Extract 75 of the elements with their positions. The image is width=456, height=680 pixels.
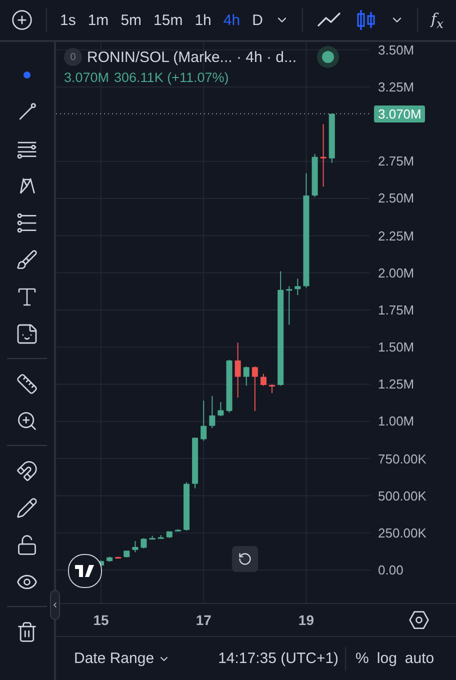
- price-label: 2.00M: [378, 265, 414, 280]
- interval-button[interactable]: 4h: [218, 8, 246, 32]
- price-label: 2.75M: [378, 154, 414, 169]
- candle: [252, 366, 258, 412]
- candle: [166, 530, 172, 539]
- candle: [234, 342, 241, 398]
- candle: [124, 550, 130, 558]
- candle: [140, 538, 147, 549]
- price-label: 0.00: [378, 562, 404, 578]
- symbol-title[interactable]: RONIN/SOL (Marke... · 4h · d...: [87, 48, 296, 66]
- candle: [209, 396, 216, 429]
- collapse-handle[interactable]: [50, 590, 60, 620]
- candle: [106, 556, 113, 562]
- settings-icon[interactable]: [408, 609, 430, 631]
- price-label: 1.50M: [378, 340, 414, 355]
- candle: [243, 366, 250, 386]
- date-label: 15: [93, 612, 109, 628]
- sticker-icon[interactable]: [15, 322, 39, 346]
- candle: [192, 437, 198, 489]
- price-label: 1.00M: [378, 414, 414, 429]
- price-label: 2.25M: [378, 228, 414, 244]
- candle: [269, 384, 275, 394]
- candle: [312, 153, 318, 198]
- trash-icon[interactable]: [16, 620, 38, 642]
- reset-icon: [238, 552, 252, 566]
- pencil-icon[interactable]: [16, 496, 38, 518]
- price-label: 1.75M: [378, 302, 414, 318]
- candle: [200, 400, 207, 442]
- indicators-button[interactable]: f$_{x}$: [426, 6, 449, 34]
- interval-button[interactable]: 1h: [190, 8, 216, 32]
- logo[interactable]: [68, 554, 102, 588]
- date-range-button[interactable]: Date Range: [70, 650, 174, 667]
- candle: [320, 124, 326, 188]
- candle: [184, 482, 190, 532]
- candle: [149, 535, 156, 540]
- change-value: 306.11K (+11.07%): [114, 70, 229, 85]
- candle: [158, 534, 164, 540]
- status-dot: [322, 51, 334, 63]
- brush-icon[interactable]: [16, 248, 38, 270]
- lock-icon[interactable]: [16, 534, 38, 556]
- clock-text: 14:17:35 (UTC+1): [218, 650, 339, 667]
- candle: [260, 373, 266, 386]
- ruler-icon[interactable]: [16, 372, 38, 394]
- scale-option[interactable]: auto: [400, 650, 438, 667]
- zoom-in-icon[interactable]: [16, 410, 38, 432]
- price-label: 2.50M: [378, 190, 414, 206]
- interval-button[interactable]: D: [247, 8, 268, 32]
- date-label: 17: [196, 612, 212, 628]
- price-label: 3.50M: [378, 42, 414, 58]
- interval-button[interactable]: 15m: [148, 8, 188, 32]
- price-label: 1.25M: [378, 376, 414, 392]
- interval-button[interactable]: 5m: [116, 8, 147, 32]
- close-value: 3.070M: [64, 70, 110, 85]
- scale-option[interactable]: %: [352, 650, 373, 667]
- candle: [132, 540, 138, 553]
- magnet-icon[interactable]: [16, 460, 38, 482]
- candle: [174, 528, 181, 532]
- legend-badge: 0: [64, 48, 82, 66]
- reset-button[interactable]: [232, 546, 258, 572]
- price-label: 500.00K: [378, 488, 426, 504]
- scale-option[interactable]: log: [372, 650, 401, 667]
- interval-button[interactable]: 1s: [55, 8, 81, 32]
- candle: [218, 402, 224, 417]
- date-label: 19: [298, 612, 314, 628]
- candle: [115, 556, 122, 559]
- fib-lines-icon[interactable]: [16, 212, 38, 234]
- price-label: 750.00K: [378, 451, 426, 466]
- candle: [286, 286, 292, 326]
- candle: [294, 278, 301, 296]
- price-label: 3.25M: [378, 80, 414, 95]
- interval-button[interactable]: 1m: [82, 8, 114, 32]
- candle: [328, 113, 335, 164]
- price-tag: 3.070M: [374, 105, 426, 122]
- price-label: 250.00K: [378, 525, 426, 540]
- candle: [226, 359, 232, 413]
